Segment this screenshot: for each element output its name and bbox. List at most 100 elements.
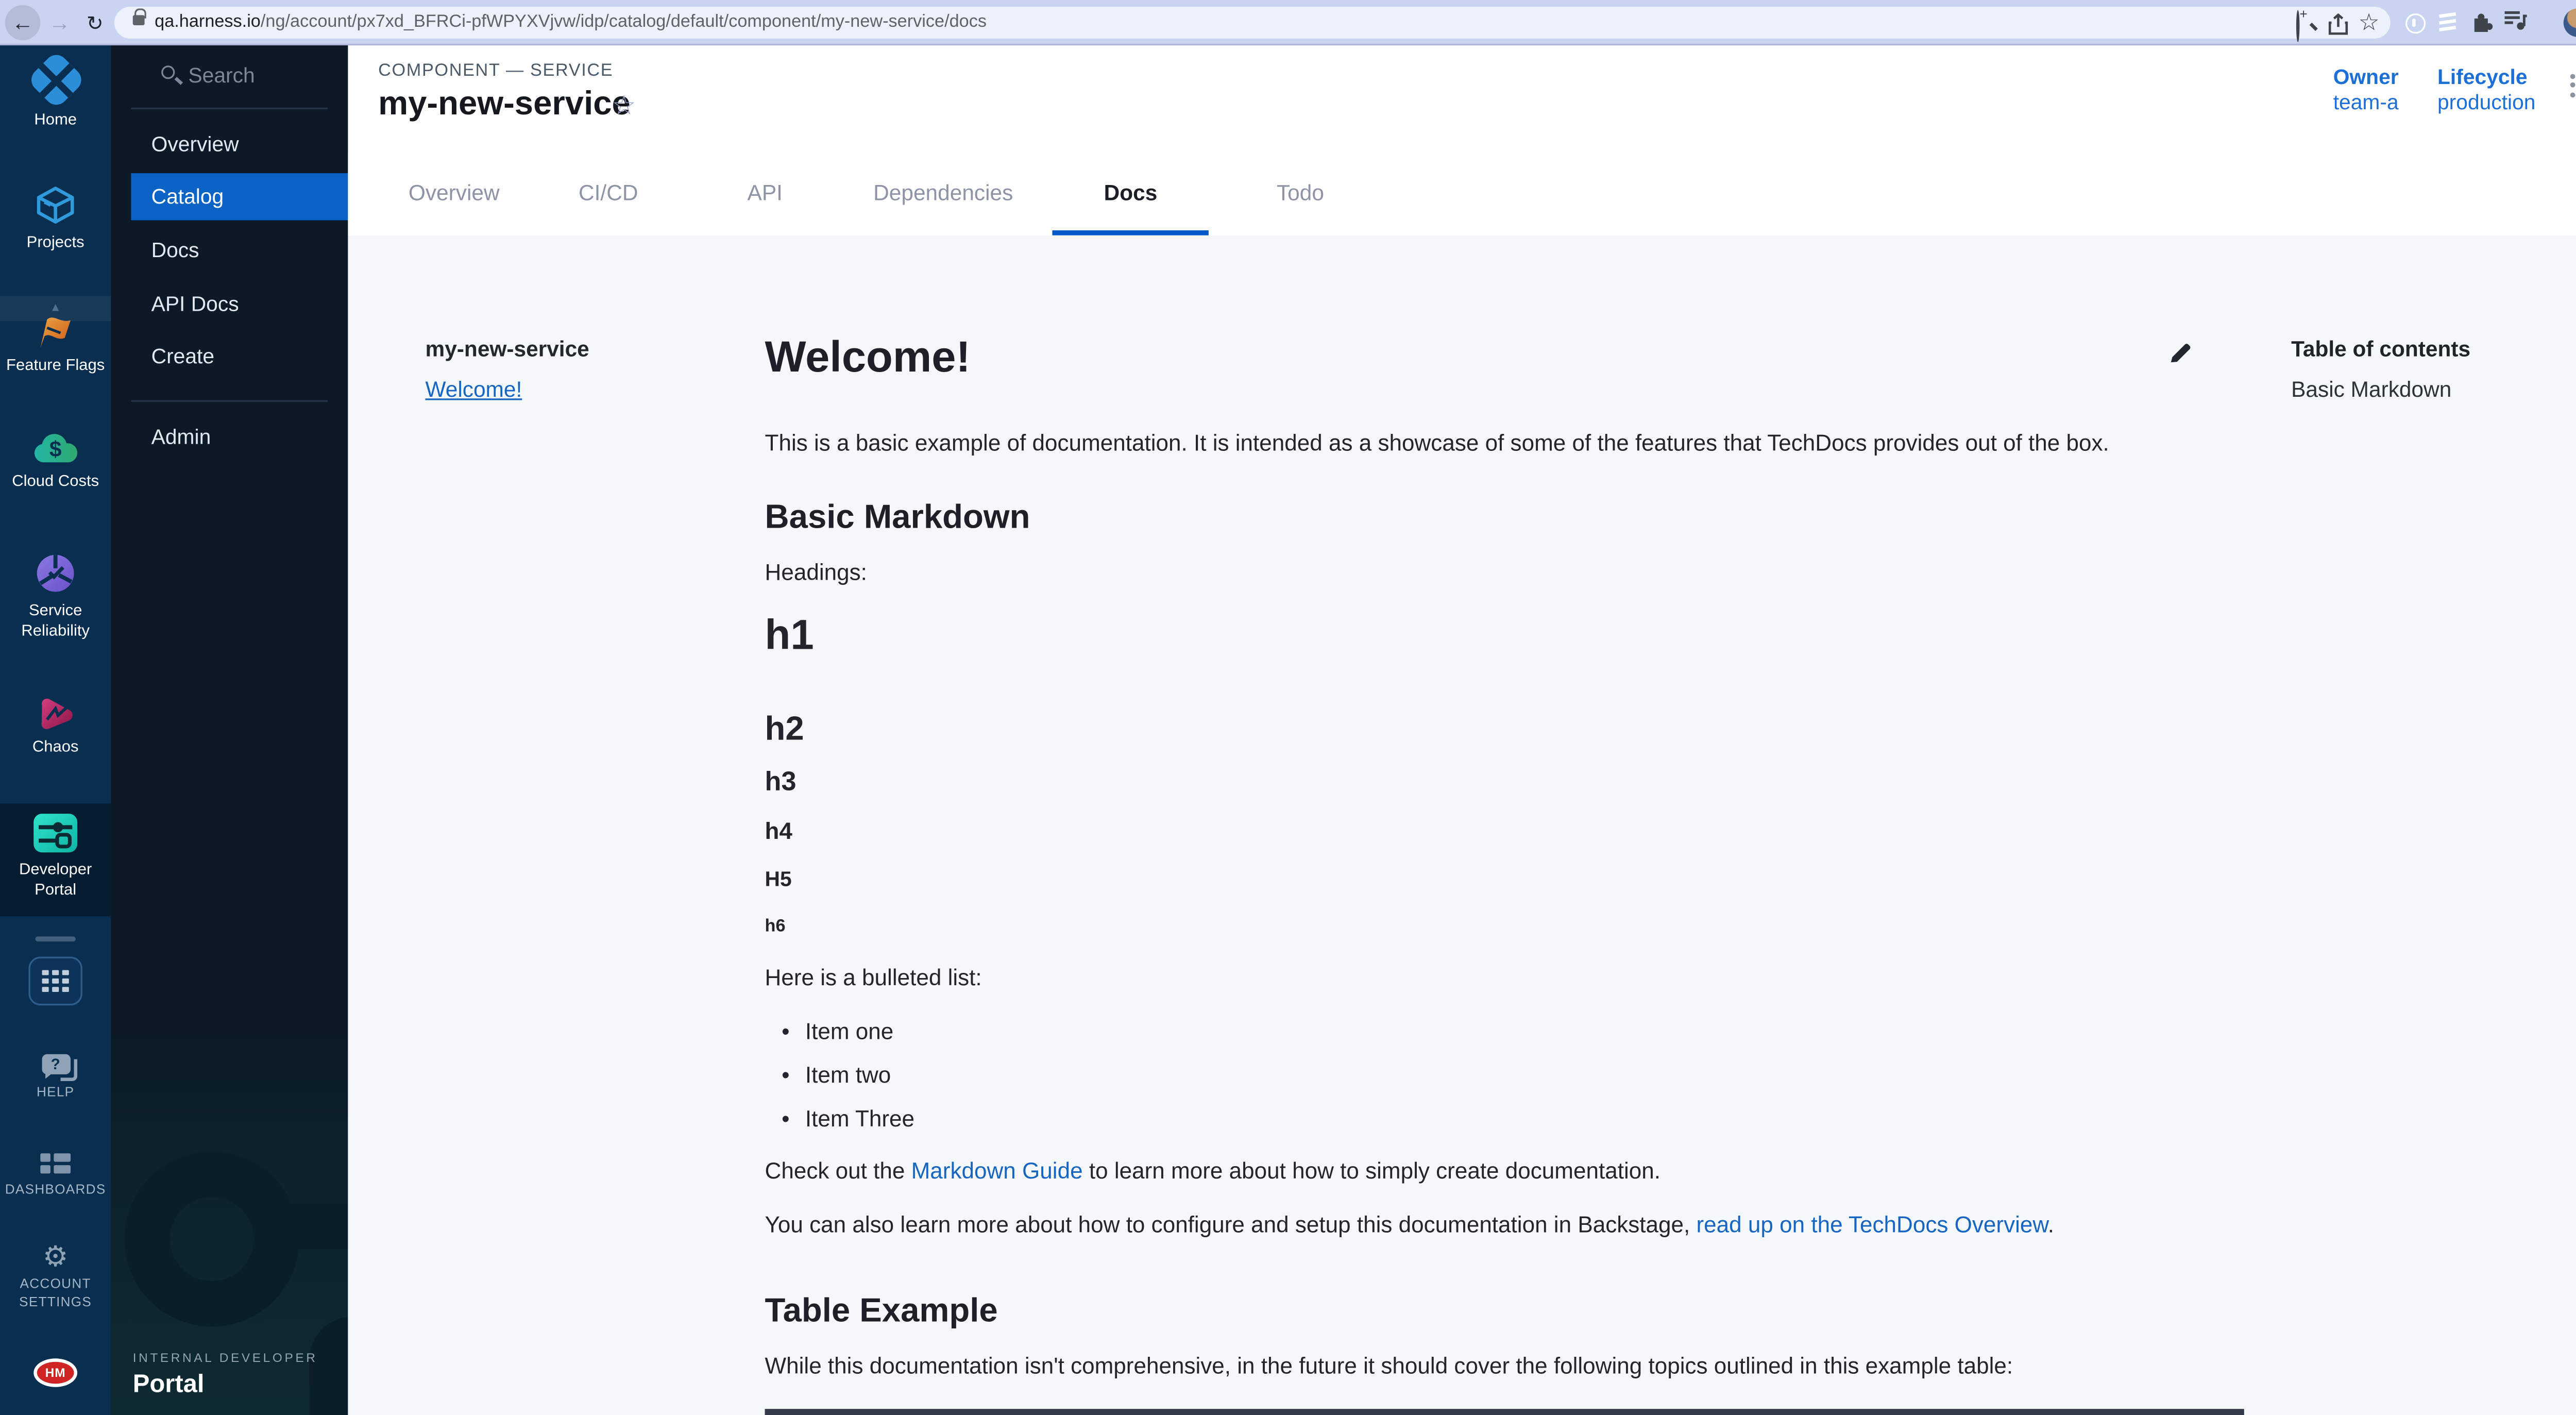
sample-h6: h6 [765,916,2253,938]
service-reliability-icon [0,551,111,595]
portal-kicker: INTERNAL DEVELOPER [133,1350,318,1365]
entity-kicker: COMPONENT — SERVICE [378,60,613,80]
sidebar-item-label: HELP [0,1084,111,1102]
owner-label: Owner [2333,65,2399,91]
zoom-page-icon[interactable] [2296,12,2320,36]
avatar-initials: HM [33,1358,77,1387]
techdocs-overview-link[interactable]: read up on the TechDocs Overview [1696,1212,2047,1237]
module-sidebar: Home Projects Feature Flags ▲ [0,45,111,1415]
developer-portal-icon [0,812,111,854]
sidebar-item-docs[interactable]: Docs [111,227,348,274]
sidebar-item-help[interactable]: ? HELP [0,1054,111,1102]
tab-docs[interactable]: Docs [1052,151,1209,235]
entity-menu-kebab-icon[interactable] [2570,74,2575,97]
tab-cicd[interactable]: CI/CD [540,151,677,235]
playlist-extension-icon[interactable] [2503,8,2530,35]
browser-reload-icon[interactable]: ↻ [77,5,113,41]
sidebar-item-label: Home [0,111,111,130]
favorite-star-icon[interactable]: ☆ [612,89,636,123]
lifecycle-meta[interactable]: Lifecycle production [2437,65,2535,116]
sidebar-item-chaos[interactable]: Chaos [0,693,111,757]
table-header-cutoff [765,1409,2244,1415]
tab-overview[interactable]: Overview [370,151,538,235]
sidebar-item-label: Service Reliability [0,602,111,641]
sidebar-item-catalog[interactable]: Catalog [131,173,348,220]
main-content: COMPONENT — SERVICE my-new-service ☆ Own… [348,45,2576,1415]
cloud-costs-icon: $ [0,430,111,467]
sidebar-divider [131,400,328,402]
docs-nav-link-welcome[interactable]: Welcome! [425,377,522,402]
docs-article: Welcome! This is a basic example of docu… [765,235,2253,1384]
sidebar-item-api-docs[interactable]: API Docs [111,281,348,328]
idp-sidebar: Search Overview Catalog Docs API Docs Cr… [111,45,348,1415]
sidebar-item-label: Feature Flags [0,357,111,376]
table-of-contents: Table of contents Basic Markdown [2291,336,2470,402]
markdown-guide-link[interactable]: Markdown Guide [911,1158,1083,1184]
list-item: Item one [765,1016,2253,1049]
tab-todo[interactable]: Todo [1238,151,1363,235]
browser-back-icon[interactable]: ← [5,5,41,41]
sample-h1: h1 [765,610,2253,661]
edit-docs-button[interactable] [2167,340,2197,370]
text: . [2048,1212,2054,1237]
sidebar-item-create[interactable]: Create [111,333,348,380]
all-modules-button[interactable] [28,957,82,1006]
url-text: qa.harness.io/ng/account/px7xd_BFRCi-pfW… [155,7,987,39]
owner-value[interactable]: team-a [2333,91,2399,116]
sidebar-item-account-settings[interactable]: ⚙ ACCOUNT SETTINGS [0,1242,111,1311]
sidebar-item-label: Projects [0,234,111,254]
tab-api[interactable]: API [709,151,822,235]
sidebar-item-label: ACCOUNT SETTINGS [0,1276,111,1311]
sidebar-item-label: Cloud Costs [0,473,111,492]
bookmark-star-icon[interactable]: ☆ [2359,10,2382,34]
doc-paragraph: Here is a bulleted list: [765,962,2253,995]
svg-text:$: $ [49,437,62,461]
sidebar-item-admin[interactable]: Admin [111,414,348,461]
section-heading-basic-markdown: Basic Markdown [765,498,2253,538]
doc-title: Welcome! [765,331,2253,383]
lifecycle-value[interactable]: production [2437,91,2535,116]
url-bar[interactable]: qa.harness.io/ng/account/px7xd_BFRCi-pfW… [114,7,2391,39]
lock-icon [133,15,145,25]
sidebar-item-home[interactable]: Home [0,59,111,130]
sidebar-item-service-reliability[interactable]: Service Reliability [0,551,111,641]
browser-forward-icon[interactable]: → [42,5,78,41]
toc-item[interactable]: Basic Markdown [2291,377,2470,402]
portal-brand: INTERNAL DEVELOPER Portal [133,1350,318,1399]
sidebar-item-overview[interactable]: Overview [111,121,348,168]
pencil-icon [2167,340,2194,366]
text: Check out the [765,1158,911,1184]
sample-h2: h2 [765,710,2253,750]
sidebar-item-feature-flags[interactable]: Feature Flags [0,313,111,376]
module-scroll-up[interactable]: ▲ [0,296,111,321]
search-input[interactable]: Search [111,59,348,92]
search-icon [161,65,175,79]
portal-title: Portal [133,1370,318,1399]
list-item: Item two [765,1059,2253,1093]
page-title: my-new-service [378,86,631,124]
user-avatar[interactable]: HM [0,1358,111,1387]
lifecycle-label: Lifecycle [2437,65,2535,91]
browser-profile-avatar[interactable] [2564,8,2576,36]
sidebar-item-label: DASHBOARDS [0,1182,111,1199]
owner-meta[interactable]: Owner team-a [2333,65,2399,116]
url-path: /ng/account/px7xd_BFRCi-pfWPYXVjvw/idp/c… [261,12,987,32]
sidebar-item-projects[interactable]: Projects [0,183,111,253]
dashboards-grid-icon [0,1153,111,1173]
sample-h4: h4 [765,817,2253,846]
share-icon[interactable] [2328,13,2352,37]
tab-dependencies[interactable]: Dependencies [835,151,1052,235]
extensions-puzzle-icon[interactable] [2469,8,2496,35]
doc-paragraph: You can also learn more about how to con… [765,1209,2253,1242]
search-placeholder: Search [188,59,255,92]
doc-paragraph: Headings: [765,557,2253,590]
doc-paragraph: Check out the Markdown Guide to learn mo… [765,1155,2253,1189]
sidebar-item-dashboards[interactable]: DASHBOARDS [0,1153,111,1199]
sidebar-item-developer-portal[interactable]: Developer Portal [0,812,111,900]
toc-title: Table of contents [2291,336,2470,362]
section-heading-table-example: Table Example [765,1291,2253,1332]
sidebar-item-cloud-costs[interactable]: $ Cloud Costs [0,430,111,492]
doc-paragraph: While this documentation isn't comprehen… [765,1350,2253,1384]
sidebar-divider [36,936,76,940]
sample-h5: H5 [765,868,2253,893]
